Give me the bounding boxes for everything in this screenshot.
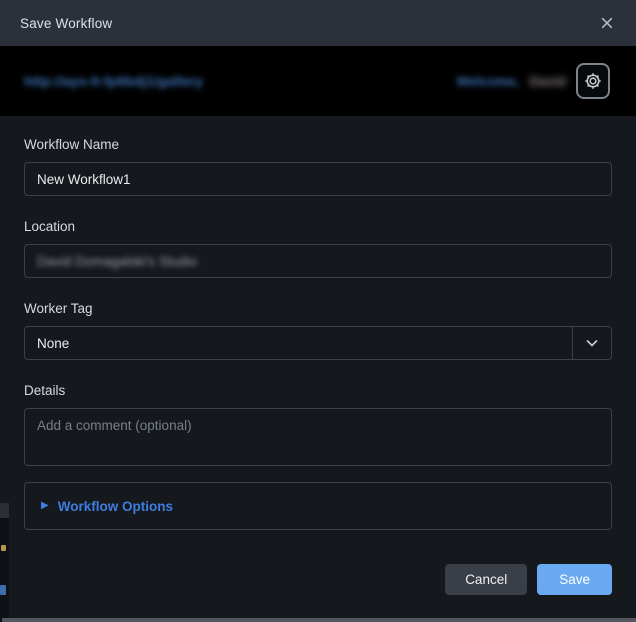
chevron-down-icon xyxy=(584,335,600,351)
dialog-body: Workflow Name Location David Domagalski'… xyxy=(0,116,636,595)
location-label: Location xyxy=(24,219,612,234)
location-value: David Domagalski's Studio xyxy=(37,254,197,269)
background-icon-fragment-yellow xyxy=(1,545,6,551)
close-icon xyxy=(599,15,615,31)
banner-user-area: Welcome, David xyxy=(456,63,610,99)
worker-tag-dropdown[interactable]: None xyxy=(24,326,612,360)
workflow-name-input[interactable] xyxy=(37,172,599,187)
save-button[interactable]: Save xyxy=(537,564,612,595)
dialog-footer: Cancel Save xyxy=(24,564,612,595)
background-window-bottom-edge xyxy=(2,618,636,622)
username-label: David xyxy=(529,74,566,89)
workflow-name-field[interactable] xyxy=(24,162,612,196)
expand-arrow-icon: ▶ xyxy=(41,501,49,511)
background-icon-fragment-blue xyxy=(0,585,6,595)
background-window-fragment xyxy=(0,503,9,518)
cancel-button[interactable]: Cancel xyxy=(445,564,527,595)
details-label: Details xyxy=(24,383,612,398)
gallery-banner: http://ays-lt-fp6bdj1/gallery Welcome, D… xyxy=(0,46,636,116)
gallery-url-link[interactable]: http://ays-lt-fp6bdj1/gallery xyxy=(24,73,203,89)
welcome-label: Welcome, xyxy=(456,74,519,89)
details-field[interactable] xyxy=(24,408,612,466)
worker-tag-label: Worker Tag xyxy=(24,301,612,316)
workflow-name-label: Workflow Name xyxy=(24,137,612,152)
workflow-options-label: Workflow Options xyxy=(58,499,173,514)
details-textarea[interactable] xyxy=(25,409,611,465)
worker-tag-selected-value: None xyxy=(37,336,69,351)
dialog-title: Save Workflow xyxy=(20,16,112,31)
worker-tag-dropdown-toggle[interactable] xyxy=(572,327,611,359)
background-window-sliver xyxy=(0,503,9,622)
settings-button[interactable] xyxy=(576,63,610,99)
gear-icon xyxy=(582,70,604,92)
save-workflow-dialog: Save Workflow http://ays-lt-fp6bdj1/gall… xyxy=(0,0,636,622)
workflow-options-expander[interactable]: ▶ Workflow Options xyxy=(24,482,612,530)
close-button[interactable] xyxy=(596,12,618,34)
dialog-titlebar: Save Workflow xyxy=(0,0,636,46)
location-field[interactable]: David Domagalski's Studio xyxy=(24,244,612,278)
